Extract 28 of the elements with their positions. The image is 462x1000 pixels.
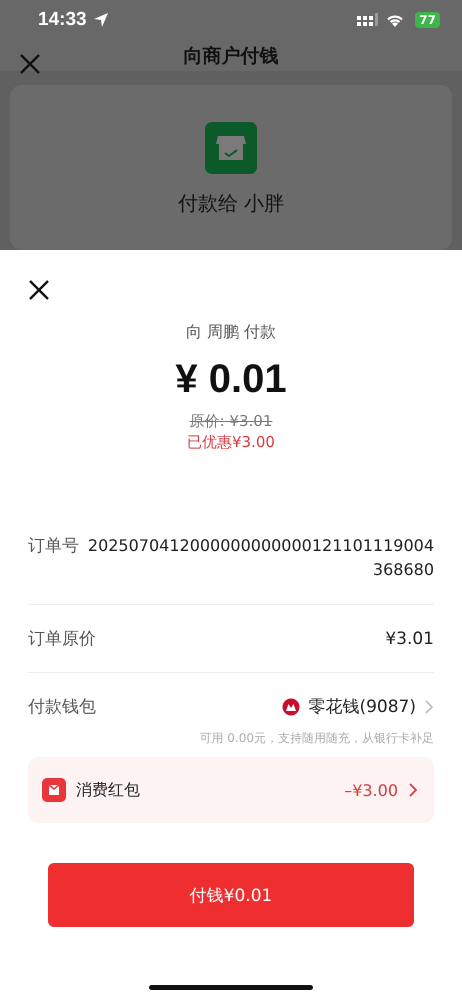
signal-icon bbox=[357, 13, 380, 28]
payee-line: 向 周鹏 付款 bbox=[186, 322, 276, 343]
status-time: 14:33 bbox=[38, 9, 87, 32]
close-icon[interactable] bbox=[28, 279, 50, 301]
row-label: 订单号 bbox=[28, 535, 79, 557]
bank-logo-icon bbox=[282, 698, 300, 716]
discount-text: 已优惠¥3.00 bbox=[187, 433, 275, 452]
order-number: 2025070412000000000000121101119004368680 bbox=[87, 535, 434, 581]
pay-button[interactable]: 付钱¥0.01 bbox=[48, 863, 414, 927]
chevron-right-icon[interactable] bbox=[424, 698, 434, 714]
coupon-row[interactable]: 消费红包 –¥3.00 bbox=[28, 757, 434, 823]
store-icon bbox=[205, 122, 257, 174]
wallet-note: 可用 0.00元，支持随用随充，从银行卡补足 bbox=[199, 730, 434, 747]
envelope-icon bbox=[42, 778, 66, 802]
battery-level: 77 bbox=[415, 12, 440, 28]
location-arrow-icon bbox=[92, 12, 109, 28]
chevron-right-icon bbox=[408, 782, 418, 798]
payment-amount: ¥ 0.01 bbox=[175, 357, 287, 402]
row-label: 订单原价 bbox=[28, 628, 97, 650]
payee-name: 付款给 小胖 bbox=[178, 190, 284, 218]
wifi-icon bbox=[385, 12, 406, 28]
row-value: ¥3.01 bbox=[385, 628, 434, 648]
coupon-value: –¥3.00 bbox=[344, 780, 398, 800]
original-price: 原价: ¥3.01 bbox=[190, 412, 272, 431]
coupon-label: 消费红包 bbox=[76, 780, 140, 800]
row-label: 付款钱包 bbox=[28, 696, 97, 718]
page-title: 向商户付钱 bbox=[184, 44, 278, 70]
wallet-name[interactable]: 零花钱(9087) bbox=[308, 695, 416, 718]
